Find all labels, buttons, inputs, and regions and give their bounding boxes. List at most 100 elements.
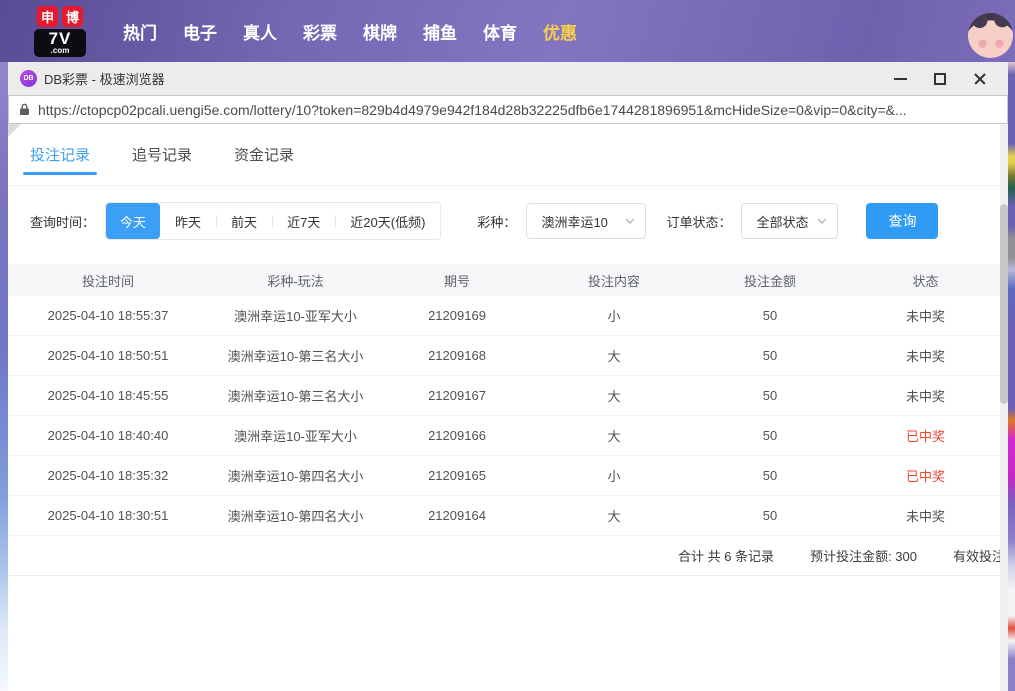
cell-bet-time: 2025-04-10 18:30:51 xyxy=(8,508,208,523)
nav-menu-item[interactable]: 优惠 xyxy=(530,19,590,44)
order-status-value: 全部状态 xyxy=(756,212,808,231)
time-range-option[interactable]: 昨天 xyxy=(160,203,216,239)
cell-status: 未中奖 xyxy=(843,346,1008,365)
summary-expected-amount: 预计投注金额: 300 xyxy=(810,546,917,565)
cell-bet-time: 2025-04-10 18:35:32 xyxy=(8,468,208,483)
cell-bet-time: 2025-04-10 18:55:37 xyxy=(8,308,208,323)
logo-7v-block: 7V .com xyxy=(34,29,86,57)
record-tabs: 投注记录 追号记录 资金记录 xyxy=(8,124,1008,186)
table-row: 2025-04-10 18:35:32 澳洲幸运10-第四名大小 2120916… xyxy=(8,456,1008,496)
browser-titlebar[interactable]: DB DB彩票 - 极速浏览器 xyxy=(8,62,1008,95)
user-avatar[interactable] xyxy=(968,13,1013,58)
corner-fold-decoration xyxy=(8,124,21,137)
record-tab[interactable]: 投注记录 xyxy=(30,124,90,185)
nav-menu-item[interactable]: 棋牌 xyxy=(350,19,410,44)
query-time-label: 查询时间： xyxy=(30,212,95,231)
lottery-type-select[interactable]: 澳洲幸运10 xyxy=(526,203,646,239)
table-row: 2025-04-10 18:50:51 澳洲幸运10-第三名大小 2120916… xyxy=(8,336,1008,376)
header-bet-amount: 投注金额 xyxy=(697,271,843,290)
cell-status: 未中奖 xyxy=(843,386,1008,405)
browser-scrollbar[interactable] xyxy=(1000,124,1008,691)
nav-menu-item[interactable]: 体育 xyxy=(470,19,530,44)
cell-bet-content: 大 xyxy=(531,386,697,405)
order-status-label: 订单状态： xyxy=(666,212,731,231)
summary-total-records: 合计 共 6 条记录 xyxy=(678,546,774,565)
maximize-button[interactable] xyxy=(920,62,960,95)
maximize-icon xyxy=(934,73,946,85)
site-nav-menu: 热门 电子 真人 彩票 棋牌 捕鱼 体育 优惠 xyxy=(110,19,590,44)
table-row: 2025-04-10 18:45:55 澳洲幸运10-第三名大小 2120916… xyxy=(8,376,1008,416)
close-button[interactable] xyxy=(960,62,1000,95)
cell-status: 已中奖 xyxy=(843,466,1008,485)
cell-status: 已中奖 xyxy=(843,426,1008,445)
filter-bar: 查询时间： 今天 昨天 前天 近7天 近20天(低频) 彩种： 澳洲幸运10 xyxy=(30,202,1008,240)
time-range-group: 今天 昨天 前天 近7天 近20天(低频) xyxy=(105,202,441,240)
cell-bet-content: 小 xyxy=(531,306,697,325)
url-text: https://ctopcp02pcali.uengi5e.com/lotter… xyxy=(38,102,907,118)
lottery-type-value: 澳洲幸运10 xyxy=(541,212,607,231)
time-range-option[interactable]: 今天 xyxy=(106,203,160,239)
window-controls xyxy=(880,62,1000,95)
browser-window: DB DB彩票 - 极速浏览器 https://ctopcp02pcali.ue… xyxy=(8,62,1008,691)
nav-menu-item[interactable]: 热门 xyxy=(110,19,170,44)
cell-bet-amount: 50 xyxy=(697,348,843,363)
search-button[interactable]: 查询 xyxy=(866,203,938,239)
cell-issue: 21209166 xyxy=(383,428,531,443)
cell-game-play: 澳洲幸运10-亚军大小 xyxy=(208,306,383,325)
table-row: 2025-04-10 18:40:40 澳洲幸运10-亚军大小 21209166… xyxy=(8,416,1008,456)
minimize-button[interactable] xyxy=(880,62,920,95)
logo-badges: 申 博 xyxy=(37,6,83,27)
nav-menu-item[interactable]: 彩票 xyxy=(290,19,350,44)
cell-bet-time: 2025-04-10 18:40:40 xyxy=(8,428,208,443)
browser-favicon-icon: DB xyxy=(20,70,37,87)
close-icon xyxy=(973,72,987,86)
order-status-select[interactable]: 全部状态 xyxy=(741,203,838,239)
table-row: 2025-04-10 18:55:37 澳洲幸运10-亚军大小 21209169… xyxy=(8,296,1008,336)
cell-bet-time: 2025-04-10 18:50:51 xyxy=(8,348,208,363)
header-bet-content: 投注内容 xyxy=(531,271,697,290)
logo-com-text: .com xyxy=(51,47,70,55)
header-bet-time: 投注时间 xyxy=(8,271,208,290)
cell-bet-content: 大 xyxy=(531,506,697,525)
lock-icon xyxy=(19,103,30,116)
logo-7v-text: 7V xyxy=(49,30,72,47)
cell-bet-amount: 50 xyxy=(697,308,843,323)
site-logo[interactable]: 申 博 7V .com xyxy=(34,6,86,57)
background-page-left-edge xyxy=(0,62,8,691)
nav-menu-item[interactable]: 电子 xyxy=(170,19,230,44)
cell-issue: 21209164 xyxy=(383,508,531,523)
table-summary-row: 合计 共 6 条记录 预计投注金额: 300 有效投注金 xyxy=(8,536,1008,576)
cell-game-play: 澳洲幸运10-第三名大小 xyxy=(208,346,383,365)
cell-status: 未中奖 xyxy=(843,306,1008,325)
cell-bet-content: 小 xyxy=(531,466,697,485)
chevron-down-icon xyxy=(817,218,827,225)
record-tab[interactable]: 资金记录 xyxy=(234,124,294,185)
table-row: 2025-04-10 18:30:51 澳洲幸运10-第四名大小 2120916… xyxy=(8,496,1008,536)
header-game-play: 彩种-玩法 xyxy=(208,271,383,290)
scrollbar-thumb[interactable] xyxy=(1000,204,1008,404)
logo-char-bo: 博 xyxy=(62,6,83,27)
site-navbar: 申 博 7V .com 热门 电子 真人 彩票 棋牌 捕鱼 体育 优惠 xyxy=(0,0,1015,62)
page-content: 投注记录 追号记录 资金记录 查询时间： 今天 昨天 前天 近7天 近20天(低… xyxy=(8,124,1008,691)
cell-game-play: 澳洲幸运10-第四名大小 xyxy=(208,506,383,525)
cell-bet-content: 大 xyxy=(531,346,697,365)
background-page-right-edge xyxy=(1008,62,1015,691)
cell-issue: 21209169 xyxy=(383,308,531,323)
browser-window-title: DB彩票 - 极速浏览器 xyxy=(44,69,165,88)
cell-bet-amount: 50 xyxy=(697,508,843,523)
nav-menu-item[interactable]: 真人 xyxy=(230,19,290,44)
cell-issue: 21209167 xyxy=(383,388,531,403)
cell-issue: 21209165 xyxy=(383,468,531,483)
time-range-option[interactable]: 前天 xyxy=(216,203,272,239)
time-range-option[interactable]: 近7天 xyxy=(272,203,335,239)
address-bar[interactable]: https://ctopcp02pcali.uengi5e.com/lotter… xyxy=(8,95,1008,124)
time-range-option[interactable]: 近20天(低频) xyxy=(335,203,440,239)
lottery-type-label: 彩种： xyxy=(477,212,516,231)
nav-menu-item[interactable]: 捕鱼 xyxy=(410,19,470,44)
cell-bet-amount: 50 xyxy=(697,388,843,403)
cell-game-play: 澳洲幸运10-第三名大小 xyxy=(208,386,383,405)
record-tab[interactable]: 追号记录 xyxy=(132,124,192,185)
cell-bet-content: 大 xyxy=(531,426,697,445)
table-header-row: 投注时间 彩种-玩法 期号 投注内容 投注金额 状态 xyxy=(8,264,1008,296)
cell-issue: 21209168 xyxy=(383,348,531,363)
